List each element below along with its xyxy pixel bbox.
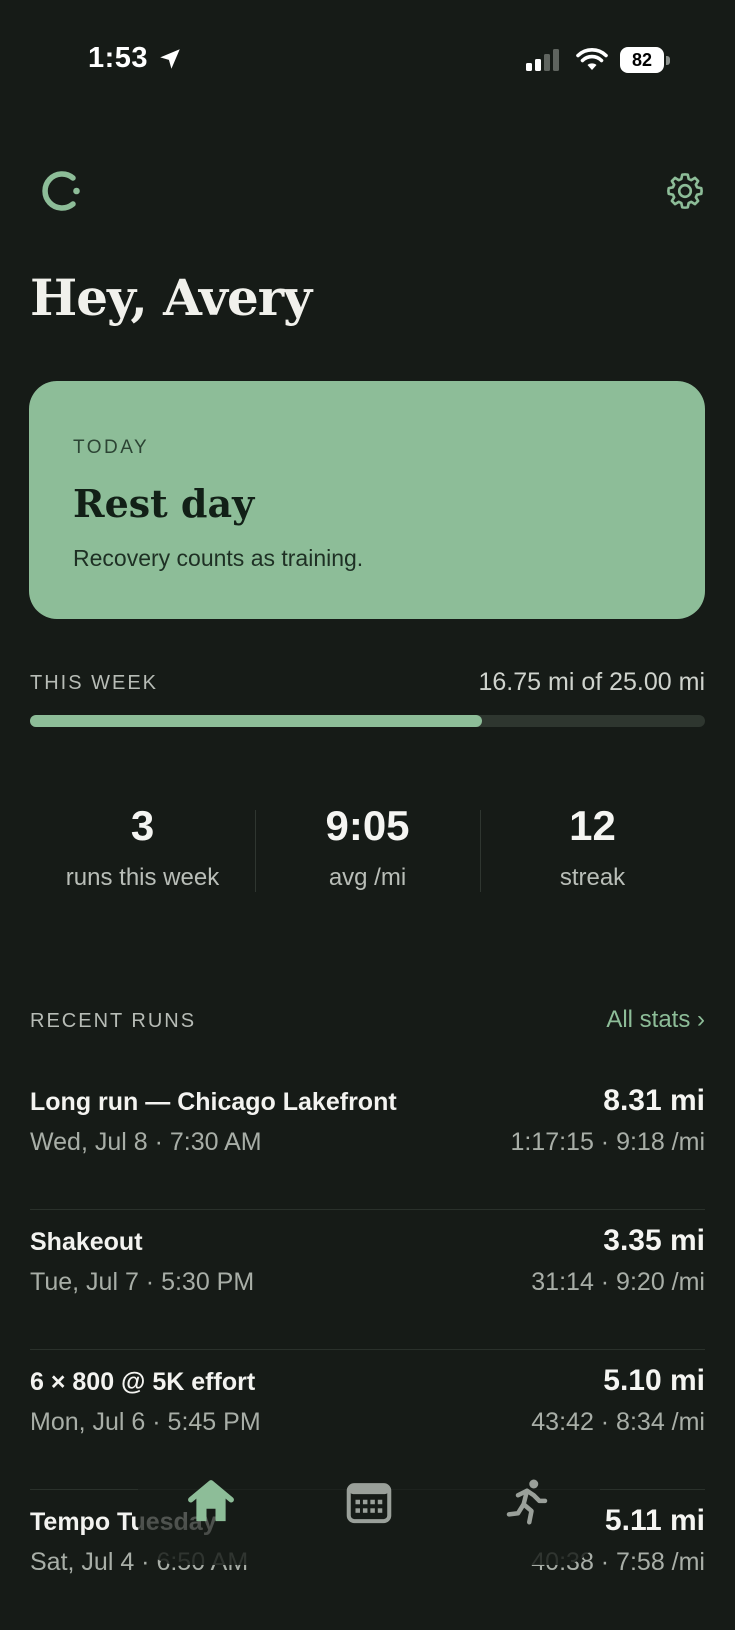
run-time-pace: 43:42 · 8:34 /mi [531, 1408, 705, 1436]
run-title: 6 × 800 @ 5K effort [30, 1368, 256, 1396]
greeting-heading: Hey, Avery [30, 268, 312, 327]
weekly-progress-bar [30, 715, 705, 727]
calendar-icon[interactable] [342, 1475, 396, 1529]
run-time-pace: 31:14 · 9:20 /mi [531, 1268, 705, 1296]
cellular-signal-icon [526, 49, 559, 71]
wifi-icon [576, 48, 608, 70]
stat-value: 9:05 [325, 802, 410, 849]
run-date: Tue, Jul 7 · 5:30 PM [30, 1268, 255, 1296]
weekly-distance-text: 16.75 mi of 25.00 mi [478, 668, 705, 696]
run-distance: 5.11 mi [604, 1504, 705, 1537]
status-bar: 1:53 82 [0, 0, 735, 120]
run-time-pace: 1:17:15 · 9:18 /mi [510, 1128, 705, 1156]
run-date: Mon, Jul 6 · 5:45 PM [30, 1408, 261, 1436]
stat-streak: 12 streak [480, 800, 705, 900]
run-title: Shakeout [30, 1228, 143, 1256]
battery-tip [666, 56, 670, 65]
status-time: 1:53 [88, 42, 149, 74]
this-week-label: THIS WEEK [30, 672, 159, 694]
stat-value: 3 [130, 802, 155, 849]
today-subtitle: Recovery counts as training. [73, 545, 364, 571]
run-distance: 8.31 mi [603, 1084, 705, 1117]
run-title: Long run — Chicago Lakefront [30, 1088, 397, 1116]
stat-label: streak [559, 864, 626, 891]
location-arrow-icon [160, 49, 180, 69]
run-date: Wed, Jul 8 · 7:30 AM [30, 1128, 262, 1156]
stat-label: runs this week [65, 864, 220, 891]
app-logo-icon [42, 171, 80, 211]
run-distance: 3.35 mi [603, 1224, 705, 1257]
stat-value: 12 [569, 802, 616, 849]
battery-indicator: 82 [620, 47, 670, 73]
runner-icon[interactable] [500, 1475, 554, 1529]
stats-row: 3 runs this week 9:05 avg /mi 12 streak [30, 800, 705, 900]
settings-gear-icon[interactable] [664, 170, 706, 212]
today-card[interactable]: TODAY Rest day Recovery counts as traini… [29, 381, 705, 619]
home-icon[interactable] [184, 1475, 238, 1529]
today-label: TODAY [73, 437, 150, 458]
stat-avg-pace: 9:05 avg /mi [255, 800, 480, 900]
run-list-item[interactable]: Long run — Chicago Lakefront Wed, Jul 8 … [30, 1070, 705, 1210]
run-list-item[interactable]: Shakeout Tue, Jul 7 · 5:30 PM 3.35 mi 31… [30, 1210, 705, 1350]
recent-runs-label: RECENT RUNS [30, 1010, 197, 1032]
battery-level: 82 [631, 50, 653, 70]
today-title: Rest day [73, 481, 255, 526]
stat-runs-this-week: 3 runs this week [30, 800, 255, 900]
all-stats-link[interactable]: All stats › [606, 1006, 705, 1034]
run-distance: 5.10 mi [603, 1364, 705, 1397]
tab-bar [138, 1445, 600, 1565]
stat-label: avg /mi [328, 864, 407, 891]
weekly-progress-fill [30, 715, 483, 727]
